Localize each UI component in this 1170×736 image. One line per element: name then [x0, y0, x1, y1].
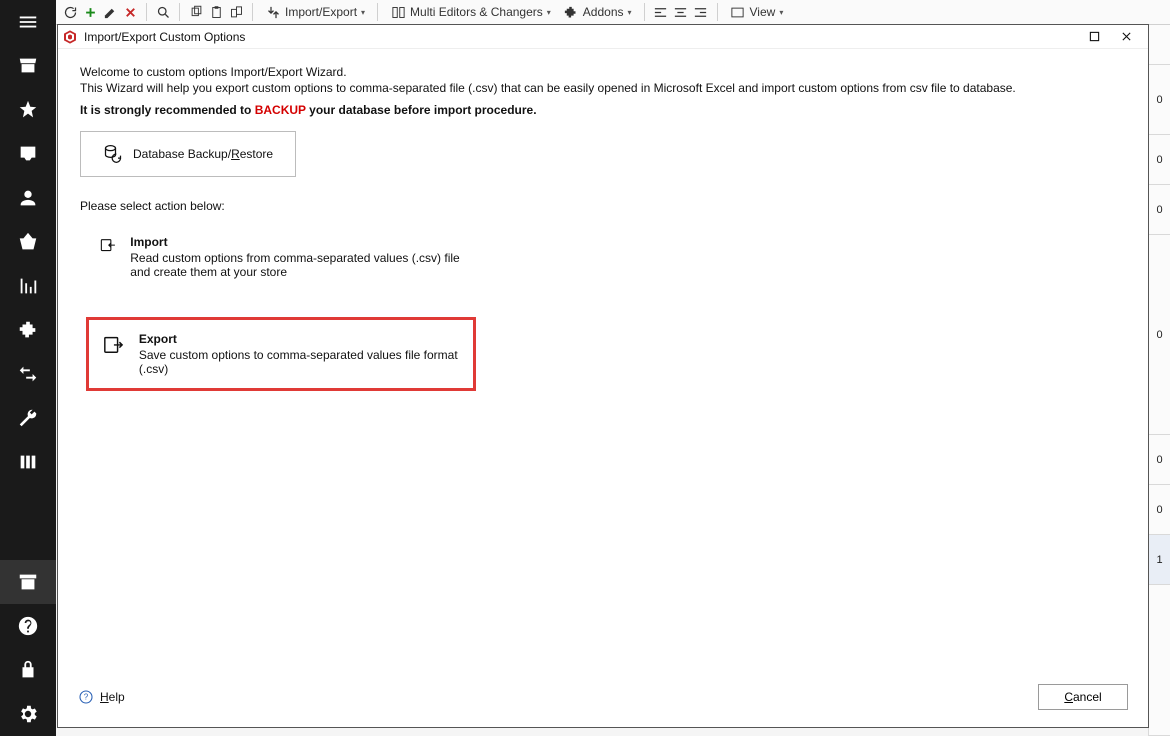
dialog-body: Welcome to custom options Import/Export … — [58, 49, 1148, 679]
dialog-titlebar: Import/Export Custom Options — [58, 25, 1148, 49]
grid-right-column: 0 0 0 0 0 0 1 — [1148, 25, 1170, 736]
help-label: Help — [100, 690, 125, 704]
grid-cell: 0 — [1148, 135, 1170, 185]
edit-icon[interactable] — [102, 4, 118, 20]
paste-icon[interactable] — [208, 4, 224, 20]
delete-icon[interactable] — [122, 4, 138, 20]
toolbar-import-export[interactable]: Import/Export▾ — [261, 4, 369, 20]
action-import-desc: Read custom options from comma-separated… — [130, 251, 462, 279]
add-icon[interactable] — [82, 4, 98, 20]
svg-text:?: ? — [84, 693, 89, 702]
action-export-desc: Save custom options to comma-separated v… — [139, 348, 459, 376]
view-icon — [730, 4, 746, 20]
action-export-title: Export — [139, 332, 459, 346]
grid-cell-header — [1148, 25, 1170, 65]
toolbar-addons[interactable]: Addons▾ — [559, 4, 636, 20]
backup-warning-pre: It is strongly recommended to — [80, 103, 255, 117]
toolbar-multi-editors[interactable]: Multi Editors & Changers▾ — [386, 4, 555, 20]
search-icon[interactable] — [155, 4, 171, 20]
sidebar-lock-icon[interactable] — [0, 648, 56, 692]
toolbar-import-export-label: Import/Export — [285, 5, 357, 19]
grid-cell: 0 — [1148, 435, 1170, 485]
align-center-icon[interactable] — [673, 4, 689, 20]
action-import[interactable]: Import Read custom options from comma-se… — [86, 223, 476, 291]
grid-cell: 0 — [1148, 485, 1170, 535]
backup-restore-button[interactable]: Database Backup/Restore — [80, 131, 296, 177]
clone-icon[interactable] — [228, 4, 244, 20]
export-icon — [103, 334, 125, 358]
multi-editors-icon — [390, 4, 406, 20]
copy-icon[interactable] — [188, 4, 204, 20]
import-export-icon — [265, 4, 281, 20]
app-logo-icon — [62, 29, 78, 45]
database-backup-icon — [103, 144, 123, 164]
toolbar-addons-label: Addons — [583, 5, 624, 19]
backup-warning-post: your database before import procedure. — [306, 103, 537, 117]
sidebar-help-icon[interactable] — [0, 604, 56, 648]
grid-cell: 0 — [1148, 65, 1170, 135]
action-export[interactable]: Export Save custom options to comma-sepa… — [86, 317, 476, 391]
main-toolbar: Import/Export▾ Multi Editors & Changers▾… — [56, 0, 1170, 25]
backup-warning-keyword: BACKUP — [255, 103, 306, 117]
import-icon — [100, 237, 116, 261]
sidebar-columns-icon[interactable] — [0, 440, 56, 484]
select-action-label: Please select action below: — [80, 199, 1126, 213]
intro-line-2: This Wizard will help you export custom … — [80, 81, 1126, 95]
sidebar-menu-icon[interactable] — [0, 0, 56, 44]
refresh-icon[interactable] — [62, 4, 78, 20]
cancel-label: Cancel — [1064, 690, 1101, 704]
toolbar-view[interactable]: View▾ — [726, 4, 788, 20]
sidebar-inbox-icon[interactable] — [0, 132, 56, 176]
grid-cell: 0 — [1148, 235, 1170, 435]
sidebar-settings-icon[interactable] — [0, 692, 56, 736]
intro-line-1: Welcome to custom options Import/Export … — [80, 65, 1126, 79]
addons-icon — [563, 4, 579, 20]
align-right-icon[interactable] — [693, 4, 709, 20]
sidebar-store-icon[interactable] — [0, 44, 56, 88]
grid-cell: 0 — [1148, 185, 1170, 235]
help-icon: ? — [78, 689, 94, 705]
grid-cell-selected: 1 — [1148, 535, 1170, 585]
toolbar-multi-editors-label: Multi Editors & Changers — [410, 5, 543, 19]
align-left-icon[interactable] — [653, 4, 669, 20]
import-export-dialog: Import/Export Custom Options Welcome to … — [57, 24, 1149, 728]
sidebar-archive-icon[interactable] — [0, 560, 56, 604]
action-import-title: Import — [130, 235, 462, 249]
sidebar-sync-icon[interactable] — [0, 352, 56, 396]
help-link[interactable]: ? Help — [78, 689, 125, 705]
backup-restore-label: Database Backup/Restore — [133, 147, 273, 161]
sidebar-star-icon[interactable] — [0, 88, 56, 132]
dialog-title: Import/Export Custom Options — [84, 30, 1078, 44]
sidebar-plugin-icon[interactable] — [0, 308, 56, 352]
close-button[interactable] — [1110, 26, 1142, 48]
cancel-button[interactable]: Cancel — [1038, 684, 1128, 710]
sidebar-basket-icon[interactable] — [0, 220, 56, 264]
app-sidebar — [0, 0, 56, 736]
sidebar-wrench-icon[interactable] — [0, 396, 56, 440]
toolbar-view-label: View — [750, 5, 776, 19]
grid-cell-empty — [1148, 585, 1170, 736]
backup-warning: It is strongly recommended to BACKUP you… — [80, 103, 1126, 117]
maximize-button[interactable] — [1078, 26, 1110, 48]
sidebar-user-icon[interactable] — [0, 176, 56, 220]
dialog-footer: ? Help Cancel — [58, 679, 1148, 727]
sidebar-chart-icon[interactable] — [0, 264, 56, 308]
